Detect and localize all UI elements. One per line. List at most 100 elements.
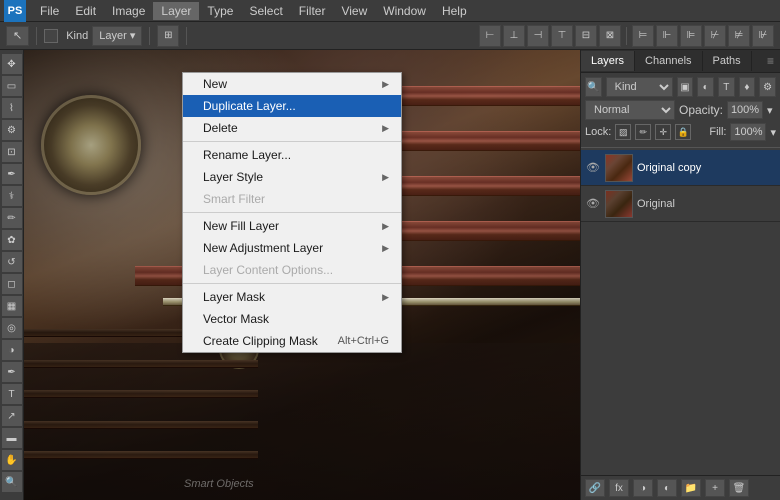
menu-item-delete[interactable]: Delete ▶ xyxy=(183,117,401,139)
layer-visibility-original[interactable]: 👁 xyxy=(585,196,601,212)
quick-select-tool[interactable]: ⚙ xyxy=(2,120,22,140)
filter-pixel-btn[interactable]: ▣ xyxy=(677,77,694,97)
hand-tool[interactable]: ✋ xyxy=(2,450,22,470)
menu-item-style[interactable]: Layer Style ▶ xyxy=(183,166,401,188)
fill-input[interactable] xyxy=(730,123,766,141)
move-tool-btn[interactable]: ↖ xyxy=(6,26,29,46)
align-center-btn[interactable]: ⊥ xyxy=(503,25,525,47)
lock-transparent-btn[interactable]: ▨ xyxy=(615,124,631,140)
menu-sep-1 xyxy=(183,141,401,142)
menu-item-smart-filter: Smart Filter xyxy=(183,188,401,210)
distribute-bottom-btn[interactable]: ⊮ xyxy=(752,25,774,47)
history-tool[interactable]: ↺ xyxy=(2,252,22,272)
add-style-btn[interactable]: fx xyxy=(609,479,629,497)
distribute-center-btn[interactable]: ⊩ xyxy=(656,25,678,47)
marquee-tool[interactable]: ▭ xyxy=(2,76,22,96)
menu-layer[interactable]: Layer xyxy=(153,2,199,20)
align-middle-btn[interactable]: ⊟ xyxy=(575,25,597,47)
menu-window[interactable]: Window xyxy=(375,2,434,20)
menu-item-fill-layer[interactable]: New Fill Layer ▶ xyxy=(183,215,401,237)
auto-select-label: Kind xyxy=(62,30,88,42)
distribute-middle-btn[interactable]: ⊭ xyxy=(728,25,750,47)
clone-tool[interactable]: ✿ xyxy=(2,230,22,250)
filter-adjust-btn[interactable]: ◐ xyxy=(697,77,714,97)
distribute-right-btn[interactable]: ⊫ xyxy=(680,25,702,47)
filter-smart-btn[interactable]: ⚙ xyxy=(759,77,776,97)
menu-item-content-options-label: Layer Content Options... xyxy=(203,263,333,277)
opacity-dropdown-arrow[interactable]: ▾ xyxy=(767,104,773,117)
align-bottom-btn[interactable]: ⊠ xyxy=(599,25,621,47)
tab-paths[interactable]: Paths xyxy=(703,51,752,71)
menu-select[interactable]: Select xyxy=(241,2,290,20)
path-select-tool[interactable]: ↗ xyxy=(2,406,22,426)
dodge-tool[interactable]: ◑ xyxy=(2,340,22,360)
eyedropper-tool[interactable]: ✒ xyxy=(2,164,22,184)
distribute-top-btn[interactable]: ⊬ xyxy=(704,25,726,47)
menu-view[interactable]: View xyxy=(333,2,375,20)
type-tool[interactable]: T xyxy=(2,384,22,404)
filter-type-btn[interactable]: T xyxy=(718,77,735,97)
new-group-btn[interactable]: 📁 xyxy=(681,479,701,497)
menu-item-rename-label: Rename Layer... xyxy=(203,148,291,162)
move-tool[interactable]: ✥ xyxy=(2,54,22,74)
layer-visibility-original-copy[interactable]: 👁 xyxy=(585,160,601,176)
delete-layer-btn[interactable]: 🗑 xyxy=(729,479,749,497)
menu-item-rename[interactable]: Rename Layer... xyxy=(183,144,401,166)
menu-edit[interactable]: Edit xyxy=(67,2,104,20)
brush-tool[interactable]: ✏ xyxy=(2,208,22,228)
lock-all-btn[interactable]: 🔒 xyxy=(675,124,691,140)
panel-expand-btn[interactable]: ≡ xyxy=(761,50,780,72)
shape-tool[interactable]: ▬ xyxy=(2,428,22,448)
tab-layers[interactable]: Layers xyxy=(581,51,635,71)
eraser-tool[interactable]: ◻ xyxy=(2,274,22,294)
menu-item-fill-layer-arrow: ▶ xyxy=(382,221,389,232)
menu-item-clipping-mask[interactable]: Create Clipping Mask Alt+Ctrl+G xyxy=(183,330,401,352)
layer-item-original-copy[interactable]: 👁 Original copy xyxy=(581,150,780,186)
menu-type[interactable]: Type xyxy=(199,2,241,20)
new-adjustment-btn[interactable]: ◐ xyxy=(657,479,677,497)
filter-shape-btn[interactable]: ♦ xyxy=(739,77,756,97)
fill-dropdown-arrow[interactable]: ▾ xyxy=(770,126,776,139)
menu-item-vector-mask-label: Vector Mask xyxy=(203,312,269,326)
menu-item-adjustment[interactable]: New Adjustment Layer ▶ xyxy=(183,237,401,259)
pen-tool[interactable]: ✒ xyxy=(2,362,22,382)
show-transform-btn[interactable]: ⊞ xyxy=(157,25,179,47)
panel-bottom-bar: 🔗 fx ◑ ◐ 📁 + 🗑 xyxy=(581,475,780,500)
lock-image-btn[interactable]: ✏ xyxy=(635,124,651,140)
add-mask-btn[interactable]: ◑ xyxy=(633,479,653,497)
kind-select[interactable]: Kind xyxy=(606,77,673,97)
search-icon[interactable]: 🔍 xyxy=(585,77,602,97)
heal-tool[interactable]: ⚕ xyxy=(2,186,22,206)
zoom-tool[interactable]: 🔍 xyxy=(2,472,22,492)
align-right-btn[interactable]: ⊣ xyxy=(527,25,549,47)
opacity-input[interactable] xyxy=(727,101,763,119)
menu-item-new[interactable]: New ▶ xyxy=(183,73,401,95)
layer-item-original[interactable]: 👁 Original xyxy=(581,186,780,222)
menu-item-duplicate[interactable]: Duplicate Layer... xyxy=(183,95,401,117)
auto-select-checkbox[interactable] xyxy=(44,29,58,43)
blend-mode-select[interactable]: Normal xyxy=(585,100,675,120)
auto-select-type[interactable]: Layer ▾ xyxy=(92,26,142,46)
layer-dropdown-menu: New ▶ Duplicate Layer... Delete ▶ Rename… xyxy=(182,72,402,353)
tab-channels[interactable]: Channels xyxy=(635,51,702,71)
lasso-tool[interactable]: ⌇ xyxy=(2,98,22,118)
gradient-tool[interactable]: ▦ xyxy=(2,296,22,316)
menu-item-smart-filter-label: Smart Filter xyxy=(203,192,265,206)
menu-item-layer-mask[interactable]: Layer Mask ▶ xyxy=(183,286,401,308)
lock-position-btn[interactable]: ✛ xyxy=(655,124,671,140)
align-left-btn[interactable]: ⊢ xyxy=(479,25,501,47)
new-layer-btn[interactable]: + xyxy=(705,479,725,497)
layer-thumb-inner-original-copy xyxy=(606,155,632,181)
align-top-btn[interactable]: ⊤ xyxy=(551,25,573,47)
menu-help[interactable]: Help xyxy=(434,2,475,20)
distribute-left-btn[interactable]: ⊨ xyxy=(632,25,654,47)
menu-file[interactable]: File xyxy=(32,2,67,20)
lock-fill-row: Lock: ▨ ✏ ✛ 🔒 Fill: ▾ xyxy=(585,123,776,141)
menu-item-vector-mask[interactable]: Vector Mask xyxy=(183,308,401,330)
menu-filter[interactable]: Filter xyxy=(291,2,334,20)
crop-tool[interactable]: ⊡ xyxy=(2,142,22,162)
blur-tool[interactable]: ◎ xyxy=(2,318,22,338)
menu-image[interactable]: Image xyxy=(104,2,153,20)
panel-divider xyxy=(581,147,780,148)
link-layers-btn[interactable]: 🔗 xyxy=(585,479,605,497)
